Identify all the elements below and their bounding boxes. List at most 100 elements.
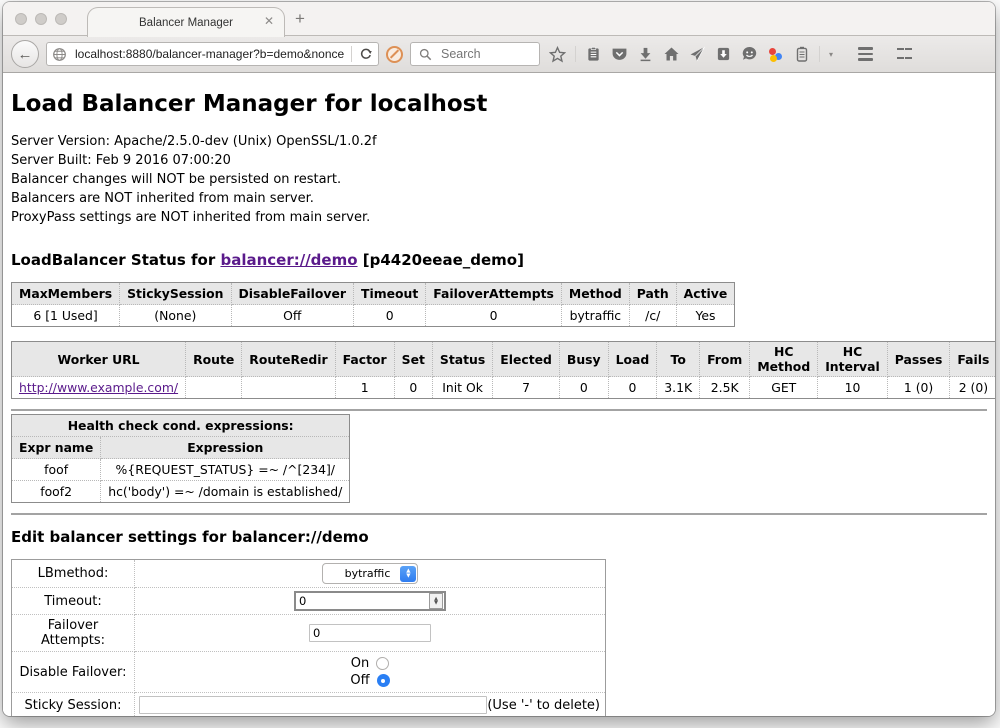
minimize-window-button[interactable] [35, 13, 47, 25]
proxypass-notice-line: ProxyPass settings are NOT inherited fro… [11, 208, 987, 227]
battery-icon[interactable] [793, 46, 810, 63]
balancer-status-table: MaxMembers StickySession DisableFailover… [11, 282, 735, 327]
overflow-caret-icon[interactable]: ▾ [829, 50, 833, 59]
worker-table-row: http://www.example.com/ 1 0 Init Ok 7 0 … [12, 377, 996, 399]
failover-on-radio[interactable] [376, 657, 389, 670]
col-expr-name: Expr name [12, 437, 101, 459]
disable-failover-row: Disable Failover: On Off [12, 652, 606, 693]
cell-expression: hc('body') =~ /domain is established/ [101, 481, 350, 503]
lbmethod-selected-value: bytraffic [323, 567, 401, 580]
lbmethod-select[interactable]: bytraffic ▲▼ [322, 563, 419, 584]
server-version-line: Server Version: Apache/2.5.0-dev (Unix) … [11, 132, 987, 151]
col-busy: Busy [559, 342, 608, 377]
reading-list-icon[interactable] [585, 46, 602, 63]
hello-smiley-icon[interactable] [741, 46, 758, 63]
reload-icon[interactable] [357, 46, 374, 63]
site-identity-globe-icon[interactable] [51, 46, 68, 63]
balancer-demo-link[interactable]: balancer://demo [220, 251, 357, 269]
col-load: Load [608, 342, 657, 377]
edit-settings-heading: Edit balancer settings for balancer://de… [11, 528, 987, 546]
home-icon[interactable] [663, 46, 680, 63]
browser-window: Balancer Manager ✕ + ← [3, 2, 995, 716]
tab-strip: Balancer Manager ✕ + [3, 2, 995, 36]
navigation-toolbar: ← [3, 36, 995, 73]
back-button[interactable]: ← [11, 40, 39, 68]
save-page-icon[interactable] [715, 46, 732, 63]
timeout-input-wrap: ▲▼ [294, 591, 446, 611]
search-icon [417, 46, 434, 63]
inherit-notice-line: Balancers are NOT inherited from main se… [11, 189, 987, 208]
failover-attempts-input[interactable] [309, 624, 431, 642]
failover-attempts-row: Failover Attempts: [12, 615, 606, 652]
urlbar-separator [351, 46, 352, 62]
balancer-table-row: 6 [1 Used] (None) Off 0 0 bytraffic /c/ … [12, 305, 735, 327]
col-set: Set [394, 342, 432, 377]
col-route: Route [186, 342, 242, 377]
extensions-dots-icon[interactable] [767, 46, 784, 63]
cell-from: 2.5K [700, 377, 750, 399]
persist-notice-line: Balancer changes will NOT be persisted o… [11, 170, 987, 189]
cell-load: 0 [608, 377, 657, 399]
col-timeout: Timeout [354, 283, 426, 305]
health-table-row: foof2 hc('body') =~ /domain is establish… [12, 481, 350, 503]
toolbar-separator [819, 46, 820, 62]
cell-to: 3.1K [657, 377, 700, 399]
url-bar[interactable] [46, 42, 379, 66]
url-input[interactable] [73, 46, 346, 62]
cell-passes: 1 (0) [887, 377, 950, 399]
cell-elected: 7 [493, 377, 560, 399]
radio-off-label: Off [350, 673, 369, 688]
close-window-button[interactable] [15, 13, 27, 25]
page-content: Load Balancer Manager for localhost Serv… [3, 73, 995, 716]
cell-path: /c/ [629, 305, 676, 327]
col-expression: Expression [101, 437, 350, 459]
worker-url-link[interactable]: http://www.example.com/ [19, 380, 178, 395]
cell-expr-name: foof2 [12, 481, 101, 503]
loadbalancer-status-heading: LoadBalancer Status for balancer://demo … [11, 251, 987, 269]
cell-fails: 2 (0) [950, 377, 995, 399]
cell-stickysession: (None) [120, 305, 231, 327]
col-status: Status [432, 342, 492, 377]
zoom-window-button[interactable] [55, 13, 67, 25]
col-worker-url: Worker URL [12, 342, 186, 377]
cell-hc-interval: 10 [818, 377, 888, 399]
cell-factor: 1 [335, 377, 394, 399]
col-from: From [700, 342, 750, 377]
sticky-session-input[interactable] [139, 696, 487, 714]
failover-off-radio[interactable] [377, 674, 390, 687]
health-table-title-row: Health check cond. expressions: [12, 415, 350, 437]
col-passes: Passes [887, 342, 950, 377]
page-title: Load Balancer Manager for localhost [11, 91, 987, 117]
back-arrow-icon: ← [18, 46, 33, 63]
health-table-title: Health check cond. expressions: [12, 415, 350, 437]
new-tab-button[interactable]: + [295, 10, 305, 27]
cell-routeredir [242, 377, 335, 399]
cell-busy: 0 [559, 377, 608, 399]
failover-attempts-label: Failover Attempts: [12, 615, 135, 652]
number-spinner-icon[interactable]: ▲▼ [429, 593, 443, 609]
worker-table-header-row: Worker URL Route RouteRedir Factor Set S… [12, 342, 996, 377]
tab-groups-icon[interactable] [896, 46, 913, 63]
send-plane-icon[interactable] [689, 46, 706, 63]
tab-close-icon[interactable]: ✕ [264, 14, 274, 28]
col-active: Active [676, 283, 735, 305]
pocket-icon[interactable] [611, 46, 628, 63]
cell-hc-method: GET [750, 377, 818, 399]
col-elected: Elected [493, 342, 560, 377]
search-bar[interactable] [410, 42, 540, 66]
cell-route [186, 377, 242, 399]
menu-hamburger-icon[interactable] [857, 46, 874, 63]
select-stepper-icon: ▲▼ [400, 566, 416, 582]
downloads-icon[interactable] [637, 46, 654, 63]
radio-on-label: On [351, 656, 369, 671]
content-blocked-icon[interactable] [386, 46, 403, 63]
cell-maxmembers: 6 [1 Used] [12, 305, 120, 327]
timeout-row: Timeout: ▲▼ [12, 588, 606, 615]
status-heading-suffix: [p4420eeae_demo] [358, 251, 524, 269]
search-input[interactable] [439, 46, 528, 62]
browser-tab[interactable]: Balancer Manager ✕ [87, 7, 285, 37]
timeout-input[interactable] [297, 593, 429, 609]
bookmark-star-icon[interactable] [549, 46, 566, 63]
cell-timeout: 0 [354, 305, 426, 327]
col-maxmembers: MaxMembers [12, 283, 120, 305]
